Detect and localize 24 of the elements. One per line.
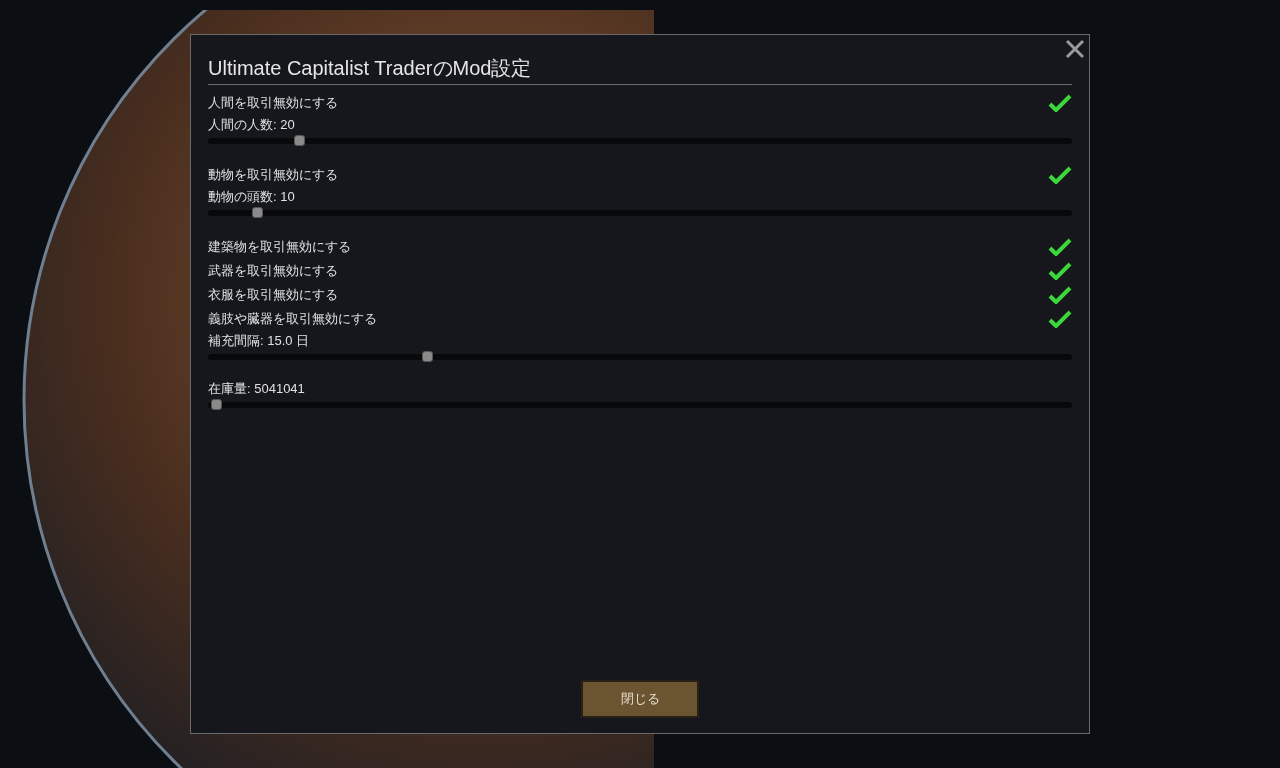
setting-label: 建築物を取引無効にする — [208, 238, 351, 257]
slider-thumb[interactable] — [421, 351, 433, 362]
setting-label: 衣服を取引無効にする — [208, 286, 338, 305]
setting-label: 動物を取引無効にする — [208, 166, 338, 185]
checkmark-icon[interactable] — [1048, 284, 1072, 306]
checkmark-icon[interactable] — [1048, 236, 1072, 258]
close-icon — [1065, 39, 1085, 59]
setting-label: 武器を取引無効にする — [208, 262, 338, 281]
slider-label: 動物の頭数: 10 — [208, 188, 295, 206]
slider-label: 在庫量: 5041041 — [208, 380, 305, 398]
dialog-title: Ultimate Capitalist TraderのMod設定 — [208, 55, 1072, 85]
checkmark-icon[interactable] — [1048, 308, 1072, 330]
close-button[interactable] — [1063, 37, 1087, 61]
setting-label: 人間を取引無効にする — [208, 94, 338, 113]
slider-label: 補充間隔: 15.0 日 — [208, 332, 310, 350]
close-dialog-button[interactable]: 閉じる — [581, 680, 699, 718]
slider-thumb[interactable] — [293, 135, 305, 146]
slider-thumb[interactable] — [252, 207, 264, 218]
checkmark-icon[interactable] — [1048, 92, 1072, 114]
checkmark-icon[interactable] — [1048, 164, 1072, 186]
slider-thumb[interactable] — [210, 399, 222, 410]
setting-label: 義肢や臓器を取引無効にする — [208, 310, 377, 329]
checkmark-icon[interactable] — [1048, 260, 1072, 282]
slider-label: 人間の人数: 20 — [208, 116, 295, 134]
